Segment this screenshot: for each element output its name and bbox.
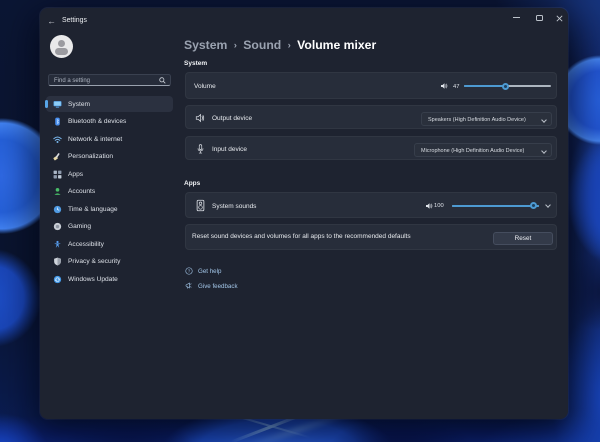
svg-text:?: ? xyxy=(188,269,191,274)
